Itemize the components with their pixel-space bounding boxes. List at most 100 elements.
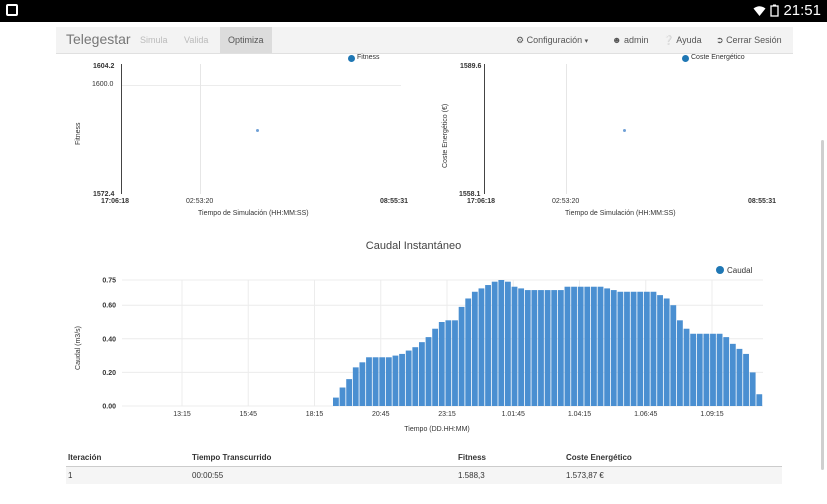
fitness-legend-label: Fitness: [357, 54, 380, 61]
caudal-bar: [591, 286, 597, 406]
caudal-bar: [385, 357, 392, 406]
fitness-point: [256, 129, 259, 132]
top-navbar: Telegestar Simula Valida Optimiza ⚙ Conf…: [56, 27, 793, 54]
caudal-bar: [544, 290, 551, 406]
cell-fitness: 1.588,3: [458, 471, 485, 480]
sign-out-icon: ➲: [716, 35, 724, 45]
caudal-x-tick-label: 1.04:15: [568, 411, 591, 418]
tab-valida[interactable]: Valida: [184, 27, 208, 53]
fitness-y-min: 1572.4: [93, 191, 115, 198]
caudal-bar: [604, 288, 611, 406]
caudal-bar: [723, 337, 730, 406]
coste-x-label: Tiempo de Simulación (HH:MM:SS): [565, 210, 676, 217]
caudal-bar: [743, 353, 749, 406]
caudal-bar: [478, 288, 485, 406]
caudal-x-ticks: 13:15 15:45 18:15 20:45 23:15 1.01:45 1.04:15 1…: [173, 411, 724, 418]
brand-logo[interactable]: Telegestar: [66, 31, 131, 47]
caudal-bar: [412, 347, 419, 406]
caudal-bar: [458, 306, 465, 406]
help-link[interactable]: ❔ Ayuda: [663, 27, 702, 53]
fitness-y-tick: 1600.0: [92, 81, 114, 88]
coste-grid-vline: [566, 64, 567, 194]
caudal-bar: [399, 353, 405, 406]
wifi-icon: [753, 5, 766, 16]
caudal-bar: [703, 333, 710, 406]
caudal-bar: [756, 394, 763, 406]
gear-icon: ⚙: [516, 35, 525, 45]
caudal-x-tick-label: 1.09:15: [700, 411, 723, 418]
caudal-bar: [432, 328, 439, 406]
caudal-bar: [531, 290, 538, 406]
caudal-bar: [710, 333, 716, 406]
caudal-bar: [696, 333, 703, 406]
caudal-x-tick-label: 1.06:45: [634, 411, 657, 418]
tab-simula[interactable]: Simula: [140, 27, 168, 53]
battery-icon: [770, 4, 780, 17]
question-circle-icon: ❔: [663, 35, 675, 45]
fitness-grid-vline: [200, 64, 201, 194]
caudal-bar: [736, 348, 743, 406]
caudal-bar: [597, 286, 604, 406]
caudal-bar: [524, 290, 531, 406]
caudal-legend-label: Caudal: [727, 266, 753, 275]
caudal-x-tick-label: 15:45: [239, 411, 257, 418]
fitness-y-max: 1604.2: [93, 63, 115, 70]
caudal-bar: [650, 291, 657, 406]
caudal-bar: [511, 286, 518, 406]
caudal-bar: [624, 291, 630, 406]
table-header: Iteración Tiempo Transcurrido Fitness Co…: [66, 449, 782, 467]
caudal-bar: [518, 288, 525, 406]
caudal-bar: [366, 357, 372, 406]
user-menu[interactable]: ☻ admin: [612, 27, 649, 53]
config-dropdown[interactable]: ⚙ Configuración ▾: [516, 27, 588, 53]
caudal-bar: [571, 286, 577, 406]
header-iteracion: Iteración: [68, 453, 102, 462]
caudal-x-label: Tiempo (DD.HH:MM): [404, 426, 469, 433]
caudal-bar: [716, 333, 723, 406]
caudal-bar: [610, 290, 617, 406]
caudal-bar: [425, 337, 432, 406]
page-scrollbar[interactable]: [821, 140, 824, 470]
caudal-bar: [749, 372, 756, 406]
caudal-bar: [670, 305, 677, 406]
header-tiempo: Tiempo Transcurrido: [192, 453, 272, 462]
caudal-x-tick-label: 20:45: [372, 411, 390, 418]
coste-x-mid: 02:53:20: [552, 198, 580, 205]
caudal-bar: [372, 357, 379, 406]
caudal-chart: 0.00 0.20 0.40 0.60 0.75 13:15 15:45 18:15 20:4…: [75, 266, 763, 433]
caudal-bar: [438, 322, 445, 406]
caudal-bar: [471, 291, 478, 406]
notification-icon: [6, 4, 18, 16]
coste-y-min: 1558.1: [459, 191, 481, 198]
caudal-x-tick-label: 18:15: [306, 411, 324, 418]
caudal-bars: [333, 280, 763, 406]
coste-y-axis: [484, 64, 485, 194]
header-coste: Coste Energético: [566, 453, 632, 462]
cell-tiempo: 00:00:55: [192, 471, 224, 480]
caudal-bar: [359, 362, 366, 406]
caudal-chart-title: Caudal Instantáneo: [365, 240, 462, 252]
caudal-y-tick-label: 0.40: [102, 336, 116, 343]
logout-link[interactable]: ➲ Cerrar Sesión: [716, 27, 782, 53]
config-label: Configuración: [526, 35, 583, 45]
caudal-bar: [643, 291, 650, 406]
caudal-bar: [333, 397, 339, 406]
caudal-bar: [630, 291, 637, 406]
caudal-bar: [498, 280, 505, 406]
fitness-x-label: Tiempo de Simulación (HH:MM:SS): [198, 210, 309, 217]
status-bar: 21:51: [0, 0, 827, 22]
fitness-y-label: Fitness: [75, 122, 82, 145]
tab-optimiza[interactable]: Optimiza: [220, 27, 272, 53]
user-icon: ☻: [612, 35, 622, 45]
caudal-bar: [379, 357, 386, 406]
logout-label: Cerrar Sesión: [726, 35, 782, 45]
clock: 21:51: [783, 2, 821, 19]
caudal-bar: [577, 286, 584, 406]
caudal-bar: [729, 343, 736, 406]
caudal-bar: [505, 281, 511, 406]
cell-iteracion: 1: [68, 471, 73, 480]
caret-down-icon: ▾: [584, 38, 589, 45]
coste-x-start: 17:06:18: [467, 198, 496, 205]
caudal-bar: [485, 285, 491, 406]
caudal-y-tick-label: 0.00: [102, 404, 116, 411]
